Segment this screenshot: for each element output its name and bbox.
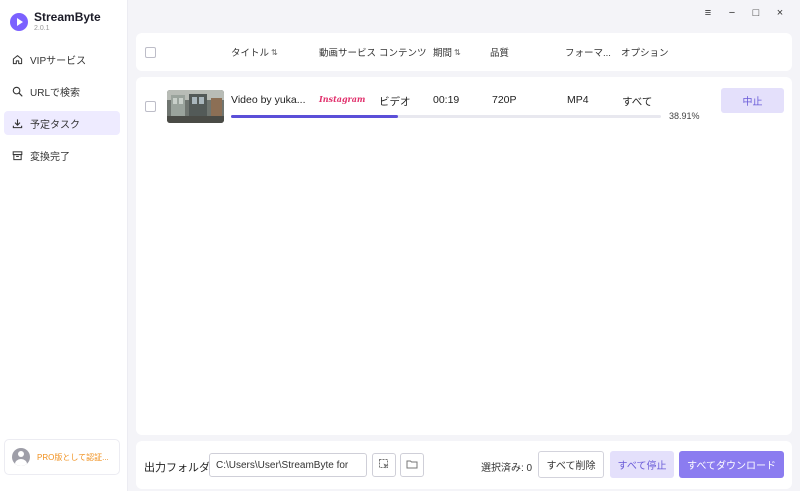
- select-all-cell: [145, 33, 156, 71]
- row-title: Video by yuka...: [231, 94, 306, 106]
- sort-icon: ⇅: [271, 47, 278, 57]
- maximize-icon[interactable]: □: [744, 3, 768, 23]
- table-header: タイトル ⇅ 動画サービス コンテンツ 期間 ⇅ 品質 フォーマ... オプショ…: [136, 33, 792, 71]
- task-list: Video by yuka... Instagram ビデオ 00:19 720…: [136, 77, 792, 435]
- download-progress-fill: [231, 115, 399, 118]
- column-quality-label: 品質: [490, 48, 510, 59]
- column-quality: 品質: [490, 33, 509, 71]
- download-progress-bar: [231, 115, 661, 118]
- search-icon: [10, 84, 24, 98]
- output-folder-label: 出力フォルダ: [144, 462, 210, 474]
- row-quality: 720P: [492, 94, 517, 106]
- table-row: Video by yuka... Instagram ビデオ 00:19 720…: [136, 77, 792, 129]
- column-duration-label: 期間: [433, 48, 453, 59]
- pro-activation-label: PRO版として認証...: [37, 452, 109, 462]
- app-name: StreamByte: [34, 10, 101, 24]
- open-folder-button[interactable]: [400, 453, 424, 477]
- sidebar: StreamByte 2.0.1 VIPサービス URLで検索 予定タスク 変換…: [0, 0, 128, 491]
- download-icon: [10, 116, 24, 130]
- column-options-label: オプション: [621, 48, 669, 59]
- row-duration: 00:19: [433, 94, 460, 106]
- row-checkbox[interactable]: [145, 101, 156, 112]
- column-content: コンテンツ: [379, 33, 427, 71]
- avatar: [12, 448, 30, 466]
- sidebar-item-label: URLで検索: [30, 87, 81, 99]
- cursor-select-icon: [378, 458, 390, 473]
- sidebar-item-label: VIPサービス: [30, 55, 87, 67]
- sidebar-item-label: 変換完了: [30, 151, 70, 163]
- sidebar-item-url-search[interactable]: URLで検索: [4, 79, 120, 103]
- minimize-icon[interactable]: −: [720, 3, 744, 23]
- delete-all-button[interactable]: すべて削除: [538, 451, 604, 478]
- download-progress-label: 38.91%: [669, 111, 700, 121]
- column-title-label: タイトル: [231, 48, 270, 59]
- column-format-label: フォーマ...: [565, 48, 611, 59]
- sidebar-item-label: 予定タスク: [30, 119, 80, 131]
- output-path-field[interactable]: [209, 453, 367, 477]
- pro-activation-card[interactable]: PRO版として認証...: [4, 439, 120, 475]
- title-bar: ≡ − □ ×: [128, 0, 800, 26]
- sidebar-item-vip[interactable]: VIPサービス: [4, 47, 120, 71]
- column-service: 動画サービス: [319, 33, 376, 71]
- sort-icon: ⇅: [454, 47, 461, 57]
- sidebar-nav: VIPサービス URLで検索 予定タスク 変換完了: [4, 47, 120, 175]
- archive-icon: [10, 148, 24, 162]
- row-options: すべて: [622, 96, 653, 108]
- column-format: フォーマ...: [565, 33, 611, 71]
- sidebar-item-converted[interactable]: 変換完了: [4, 143, 120, 167]
- column-options: オプション: [621, 33, 669, 71]
- footer-bar: 出力フォルダ 選択済み: 0 すべて削除 すべて停止 すべてダウンロード: [136, 441, 792, 489]
- app-version: 2.0.1: [34, 25, 50, 32]
- menu-icon[interactable]: ≡: [696, 3, 720, 23]
- column-title[interactable]: タイトル ⇅: [231, 33, 278, 71]
- folder-icon: [406, 458, 418, 473]
- home-icon: [10, 52, 24, 66]
- column-content-label: コンテンツ: [379, 48, 427, 59]
- app-logo-icon: [10, 12, 28, 31]
- column-service-label: 動画サービス: [319, 48, 377, 59]
- cancel-button[interactable]: 中止: [721, 88, 784, 113]
- column-duration[interactable]: 期間 ⇅: [433, 33, 461, 71]
- row-format: MP4: [567, 94, 589, 106]
- instagram-logo: Instagram: [319, 94, 366, 104]
- video-thumbnail: [167, 90, 224, 123]
- row-content: ビデオ: [379, 96, 411, 108]
- download-all-button[interactable]: すべてダウンロード: [679, 451, 784, 478]
- brand: StreamByte 2.0.1: [10, 10, 101, 33]
- sidebar-item-scheduled-tasks[interactable]: 予定タスク: [4, 111, 120, 135]
- close-icon[interactable]: ×: [768, 3, 792, 23]
- select-folder-button[interactable]: [372, 453, 396, 477]
- select-all-checkbox[interactable]: [145, 46, 156, 58]
- stop-all-button[interactable]: すべて停止: [610, 451, 674, 478]
- selected-count: 選択済み: 0: [481, 463, 533, 474]
